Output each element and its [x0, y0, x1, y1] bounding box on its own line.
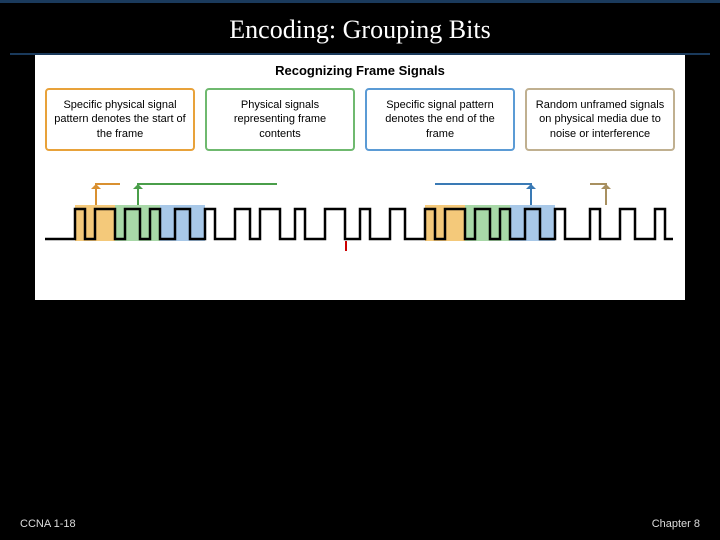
footer-left: CCNA 1-18 — [20, 518, 76, 530]
arrow-contents — [137, 185, 139, 205]
arrow-start — [95, 185, 97, 205]
box-start-delimiter: Specific physical signal pattern denotes… — [45, 88, 195, 151]
signal-waveform — [45, 205, 673, 241]
connector-noise — [590, 183, 607, 185]
connector-end — [435, 183, 532, 185]
connector-contents — [137, 183, 277, 185]
diagram: Recognizing Frame Signals Specific physi… — [35, 55, 685, 300]
box-noise: Random unframed signals on physical medi… — [525, 88, 675, 151]
arrow-end — [530, 185, 532, 205]
diagram-subtitle: Recognizing Frame Signals — [45, 63, 675, 78]
connector-start — [95, 183, 120, 185]
signal-diagram — [45, 181, 675, 261]
arrow-noise — [605, 185, 607, 205]
box-end-delimiter: Specific signal pattern denotes the end … — [365, 88, 515, 151]
page-title: Encoding: Grouping Bits — [10, 3, 710, 55]
slide: Encoding: Grouping Bits Recognizing Fram… — [0, 0, 720, 540]
footer-right: Chapter 8 — [652, 518, 700, 530]
box-frame-contents: Physical signals representing frame cont… — [205, 88, 355, 151]
red-marker — [345, 241, 347, 251]
footer: CCNA 1-18 Chapter 8 — [0, 518, 720, 530]
legend-boxes: Specific physical signal pattern denotes… — [45, 88, 675, 151]
